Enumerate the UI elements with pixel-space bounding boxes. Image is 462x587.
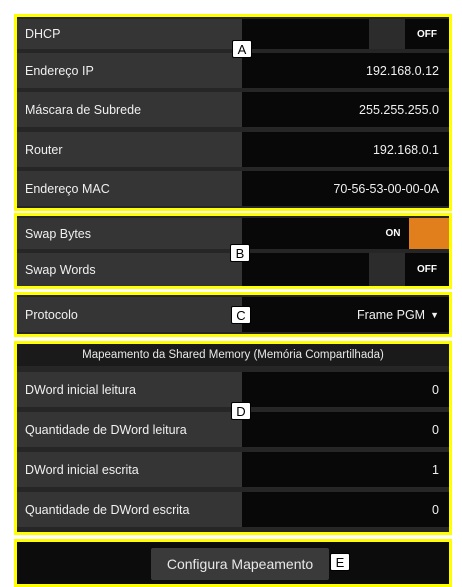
dhcp-label: DHCP	[17, 19, 242, 49]
mac-row: Endereço MAC 70-56-53-00-00-0A	[17, 171, 449, 206]
ip-label: Endereço IP	[17, 53, 242, 88]
marker-d: D	[231, 402, 251, 420]
read-count-field[interactable]: 0	[242, 412, 449, 447]
marker-b: B	[230, 244, 250, 262]
read-count-label: Quantidade de DWord leitura	[17, 412, 242, 447]
write-count-field[interactable]: 0	[242, 492, 449, 527]
mapping-row: DWord inicial escrita 1	[17, 452, 449, 487]
swap-bytes-toggle[interactable]: ON	[377, 218, 449, 249]
mask-row: Máscara de Subrede 255.255.255.0	[17, 92, 449, 127]
mapping-row: Quantidade de DWord escrita 0	[17, 492, 449, 527]
protocol-select[interactable]: Frame PGM ▼	[242, 297, 449, 332]
ip-row: Endereço IP 192.168.0.12	[17, 53, 449, 88]
router-field[interactable]: 192.168.0.1	[242, 132, 449, 167]
swap-words-label: Swap Words	[17, 253, 242, 286]
write-count-label: Quantidade de DWord escrita	[17, 492, 242, 527]
mapping-section: Mapeamento da Shared Memory (Memória Com…	[14, 341, 452, 535]
router-row: Router 192.168.0.1	[17, 132, 449, 167]
swap-bytes-state: ON	[377, 218, 409, 249]
router-label: Router	[17, 132, 242, 167]
mac-value: 70-56-53-00-00-0A	[242, 171, 449, 206]
configure-mapping-button[interactable]: Configura Mapeamento	[151, 548, 329, 580]
read-start-field[interactable]: 0	[242, 372, 449, 407]
protocol-value: Frame PGM	[357, 307, 426, 322]
ip-field[interactable]: 192.168.0.12	[242, 53, 449, 88]
mask-field[interactable]: 255.255.255.0	[242, 92, 449, 127]
write-start-field[interactable]: 1	[242, 452, 449, 487]
swap-words-toggle[interactable]: OFF	[369, 253, 449, 286]
mac-label: Endereço MAC	[17, 171, 242, 206]
chevron-down-icon: ▼	[430, 309, 439, 320]
swap-bytes-label: Swap Bytes	[17, 218, 242, 249]
dhcp-toggle-state: OFF	[417, 28, 437, 40]
mask-label: Máscara de Subrede	[17, 92, 242, 127]
read-start-label: DWord inicial leitura	[17, 372, 242, 407]
write-start-label: DWord inicial escrita	[17, 452, 242, 487]
swap-words-state: OFF	[417, 264, 437, 275]
mapping-header: Mapeamento da Shared Memory (Memória Com…	[17, 344, 449, 366]
marker-c: C	[231, 306, 251, 324]
dhcp-toggle[interactable]: OFF	[369, 19, 449, 49]
marker-e: E	[330, 553, 350, 571]
marker-a: A	[232, 40, 252, 58]
protocol-label: Protocolo	[17, 297, 242, 332]
